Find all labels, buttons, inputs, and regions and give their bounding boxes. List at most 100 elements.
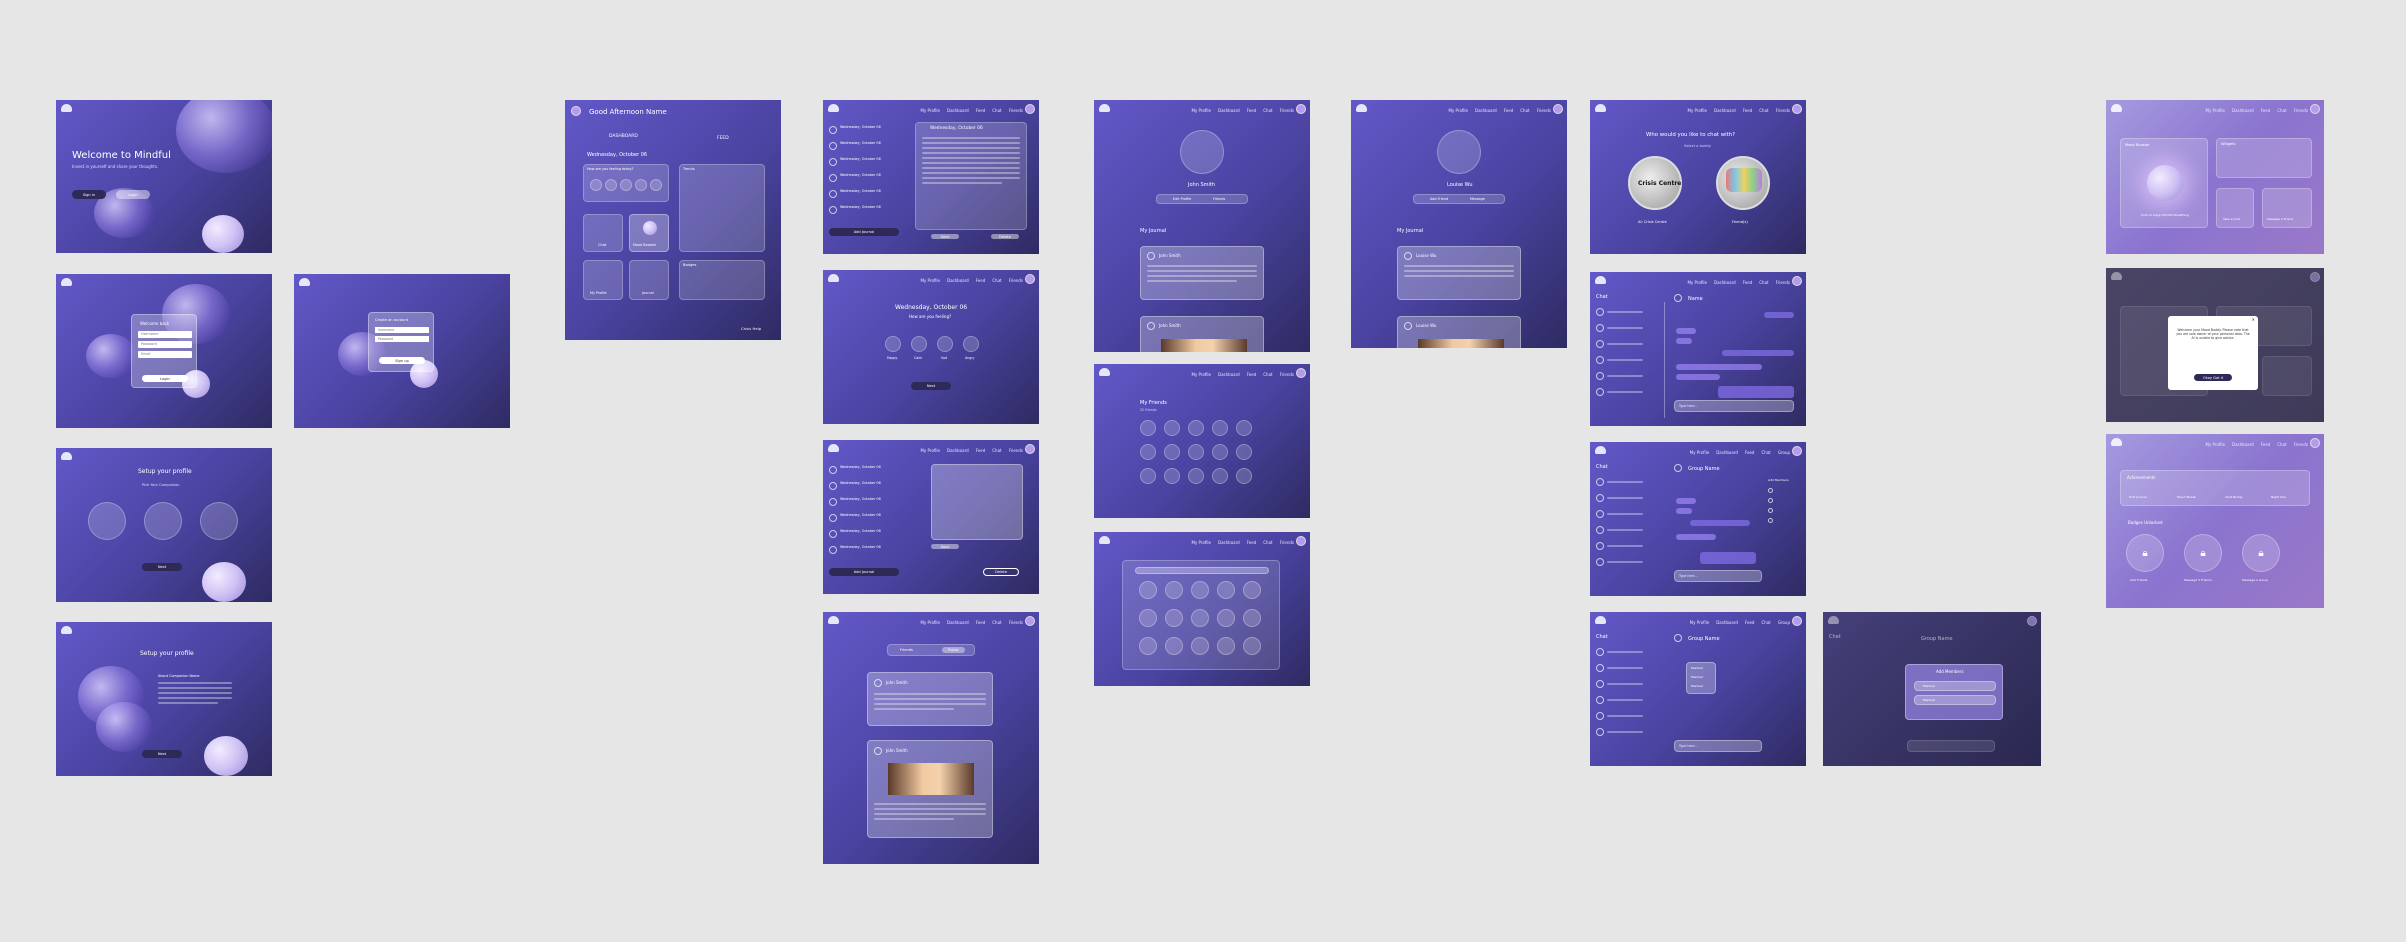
nav-friends[interactable]: Friends <box>1280 540 1294 545</box>
mood-option[interactable] <box>605 179 617 191</box>
nav-friends[interactable]: Friends <box>1280 108 1294 113</box>
chat-list-item[interactable] <box>1596 322 1648 334</box>
friend-avatar[interactable] <box>1191 637 1209 655</box>
friend-avatar[interactable] <box>1140 420 1156 436</box>
nav-chat[interactable]: Chat <box>1759 280 1768 285</box>
nav-chat[interactable]: Chat <box>1263 108 1272 113</box>
avatar[interactable] <box>1792 446 1802 456</box>
nav-profile[interactable]: My Profile <box>920 108 940 113</box>
next-button[interactable]: Next <box>142 563 182 571</box>
avatar[interactable] <box>1792 276 1802 286</box>
login-submit-button[interactable]: Login <box>142 375 188 382</box>
nav-feed[interactable]: Feed <box>1745 620 1755 625</box>
avatar[interactable] <box>1553 104 1563 114</box>
nav-chat[interactable]: Chat <box>992 448 1001 453</box>
tab-public[interactable]: Public <box>942 647 965 653</box>
breathing-card[interactable]: Mood Booster Click to begin Mindful Brea… <box>2120 138 2208 228</box>
friend-avatar[interactable] <box>1212 468 1228 484</box>
friend-avatar[interactable] <box>1140 468 1156 484</box>
nav-profile[interactable]: My Profile <box>1690 620 1710 625</box>
nav-profile[interactable]: My Profile <box>1687 108 1707 113</box>
avatar[interactable] <box>1296 536 1306 546</box>
nav-feed[interactable]: Feed <box>976 108 986 113</box>
delete-button[interactable]: Delete <box>983 568 1019 576</box>
login-button[interactable]: Login <box>116 190 150 199</box>
friend-avatar[interactable] <box>1212 444 1228 460</box>
friend-avatar[interactable] <box>1165 581 1183 599</box>
mood-option[interactable] <box>635 179 647 191</box>
tab-dashboard[interactable]: DASHBOARD <box>609 134 638 139</box>
nav-dashboard[interactable]: Dashboard <box>1218 540 1240 545</box>
my-profile-tile[interactable]: My Profile <box>583 260 623 300</box>
nav-dashboard[interactable]: Dashboard <box>947 108 969 113</box>
nav-friends[interactable]: Friends <box>1280 372 1294 377</box>
chat-list-item[interactable] <box>1596 710 1648 722</box>
message-button[interactable]: Message <box>1470 197 1485 201</box>
member-option[interactable]: Member <box>1914 681 1996 691</box>
friend-avatar[interactable] <box>1236 444 1252 460</box>
avatar[interactable] <box>1025 104 1035 114</box>
nav-feed[interactable]: Feed <box>2261 442 2271 447</box>
member-option[interactable]: Member <box>1691 666 1703 670</box>
friend-avatar[interactable] <box>1188 444 1204 460</box>
nav-chat[interactable]: Chat <box>1759 108 1768 113</box>
chat-list-item[interactable] <box>1596 662 1648 674</box>
next-button[interactable]: Next <box>142 750 182 758</box>
member-option[interactable]: Member <box>1914 695 1996 705</box>
signup-button[interactable]: Sign up <box>379 357 425 364</box>
tab-feed[interactable]: FEED <box>717 136 729 141</box>
nav-dashboard[interactable]: Dashboard <box>1218 108 1240 113</box>
journal-list-item[interactable]: Wednesday, October 06 <box>829 496 881 508</box>
journal-list-item[interactable]: Wednesday, October 06 <box>829 140 881 152</box>
friend-avatar[interactable] <box>1236 468 1252 484</box>
delete-button[interactable]: Delete <box>991 234 1019 239</box>
nav-dashboard[interactable]: Dashboard <box>2232 442 2254 447</box>
chat-list-item[interactable] <box>1596 556 1648 568</box>
nav-feed[interactable]: Feed <box>1247 372 1257 377</box>
nav-dashboard[interactable]: Dashboard <box>2232 108 2254 113</box>
journal-list-item[interactable]: Wednesday, October 06 <box>829 124 881 136</box>
nav-dashboard[interactable]: Dashboard <box>947 448 969 453</box>
journal-list-item[interactable]: Wednesday, October 06 <box>829 480 881 492</box>
avatar[interactable] <box>1296 368 1306 378</box>
close-icon[interactable]: ✕ <box>2252 317 2255 322</box>
crisis-help-link[interactable]: Crisis Help <box>741 326 761 331</box>
chat-list-item[interactable] <box>1596 694 1648 706</box>
chat-list-item[interactable] <box>1596 370 1648 382</box>
nav-profile[interactable]: My Profile <box>2205 108 2225 113</box>
new-entry-textarea[interactable] <box>931 464 1023 540</box>
chat-list-item[interactable] <box>1596 678 1648 690</box>
friend-avatar[interactable] <box>1243 637 1261 655</box>
nav-profile[interactable]: My Profile <box>920 620 940 625</box>
nav-chat[interactable]: Chat <box>1263 540 1272 545</box>
nav-dashboard[interactable]: Dashboard <box>1716 620 1738 625</box>
nav-chat[interactable]: Chat <box>992 620 1001 625</box>
add-journal-button[interactable]: Add Journal <box>829 568 899 576</box>
friend-avatar[interactable] <box>1191 609 1209 627</box>
member-option[interactable]: Member <box>1691 684 1703 688</box>
nav-friends[interactable]: Friends <box>1009 620 1023 625</box>
journal-list-item[interactable]: Wednesday, October 06 <box>829 512 881 524</box>
nav-friends[interactable]: Friends <box>1009 278 1023 283</box>
friend-avatar[interactable] <box>1164 444 1180 460</box>
companion-option[interactable] <box>200 502 238 540</box>
nav-feed[interactable]: Feed <box>1743 280 1753 285</box>
friend-avatar[interactable] <box>1164 468 1180 484</box>
search-input[interactable] <box>1135 567 1269 574</box>
okay-button[interactable]: Okay Got it <box>2194 374 2232 381</box>
chat-list-item[interactable] <box>1596 354 1648 366</box>
nav-dashboard[interactable]: Dashboard <box>947 278 969 283</box>
friend-avatar[interactable] <box>1243 581 1261 599</box>
nav-friends[interactable]: Friends <box>2294 108 2308 113</box>
nav-profile[interactable]: My Profile <box>1191 372 1211 377</box>
mood-booster-tile[interactable]: Mood Booster <box>629 214 669 252</box>
email-field[interactable]: Email <box>138 351 192 358</box>
avatar[interactable] <box>1792 104 1802 114</box>
avatar[interactable] <box>1025 616 1035 626</box>
nav-feed[interactable]: Feed <box>1247 108 1257 113</box>
journal-list-item[interactable]: Wednesday, October 06 <box>829 528 881 540</box>
friend-avatar[interactable] <box>1139 581 1157 599</box>
nav-feed[interactable]: Feed <box>1247 540 1257 545</box>
chat-list-item[interactable] <box>1596 508 1648 520</box>
nav-feed[interactable]: Feed <box>976 448 986 453</box>
